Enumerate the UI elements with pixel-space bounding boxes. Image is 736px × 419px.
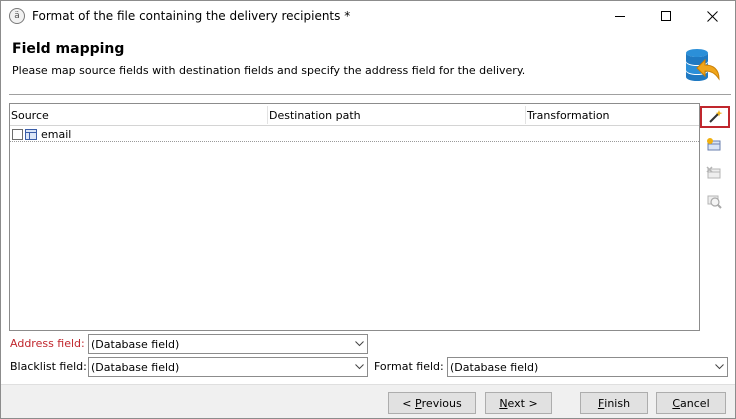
magic-wand-icon [709,110,723,123]
magic-wand-button[interactable] [700,106,730,128]
format-field-value: (Database field) [450,361,539,374]
blacklist-field-label: Blacklist field: [10,360,87,373]
blacklist-field-value: (Database field) [91,361,180,374]
column-divider[interactable] [267,106,268,124]
column-header-source[interactable]: Source [11,109,49,122]
previous-button-mnemonic: < P [402,396,422,410]
format-field-select[interactable]: (Database field) [447,357,728,377]
next-button-mnemonic: N [499,396,508,410]
maximize-button[interactable] [643,1,689,31]
column-divider[interactable] [525,106,526,124]
format-field-label: Format field: [374,360,444,373]
chevron-down-icon[interactable] [711,358,727,376]
maximize-icon [661,11,671,21]
wizard-header: Field mapping Please map source fields w… [1,31,735,89]
window-title: Format of the file containing the delive… [32,9,351,23]
cancel-button-label: ancel [680,396,710,410]
dialog-window: ä Format of the file containing the deli… [0,0,736,419]
title-bar: ä Format of the file containing the deli… [1,1,735,31]
source-field-label: email [41,128,72,141]
minimize-button[interactable] [597,1,643,31]
page-title: Field mapping [12,41,125,57]
cancel-button[interactable]: Cancel [656,392,726,414]
cancel-button-mnemonic: C [672,396,681,410]
address-field-value: (Database field) [91,338,180,351]
row-checkbox[interactable] [12,129,23,140]
column-header-destination[interactable]: Destination path [269,109,361,122]
address-field-select[interactable]: (Database field) [88,334,368,354]
previous-button[interactable]: < Previous [388,392,476,414]
delete-field-button[interactable] [701,161,727,185]
next-button-label: ext > [507,396,538,410]
close-icon [706,10,718,22]
add-field-icon [707,138,721,151]
next-button[interactable]: Next > [485,392,552,414]
grid-header: Source Destination path Transformation [10,104,699,126]
finish-button-label: inish [604,396,631,410]
chevron-down-icon[interactable] [351,358,367,376]
table-row[interactable]: email [10,126,699,142]
chevron-down-icon[interactable] [351,335,367,353]
column-header-transformation[interactable]: Transformation [527,109,610,122]
previous-button-label: revious [421,396,462,410]
add-field-button[interactable] [701,133,727,157]
blacklist-field-select[interactable]: (Database field) [88,357,368,377]
app-icon: ä [9,8,25,24]
zoom-icon [707,195,722,209]
zoom-button[interactable] [701,189,727,213]
finish-button[interactable]: Finish [580,392,648,414]
close-button[interactable] [689,1,735,31]
wizard-footer: < Previous Next > Finish Cancel [1,384,735,418]
delete-field-icon [706,166,721,179]
header-separator [9,94,731,95]
database-import-icon [686,49,720,81]
minimize-icon [615,15,625,17]
field-mapping-grid[interactable]: Source Destination path Transformation e… [9,103,700,331]
page-description: Please map source fields with destinatio… [12,64,526,77]
field-icon [25,129,37,140]
address-field-label: Address field: [10,337,85,350]
